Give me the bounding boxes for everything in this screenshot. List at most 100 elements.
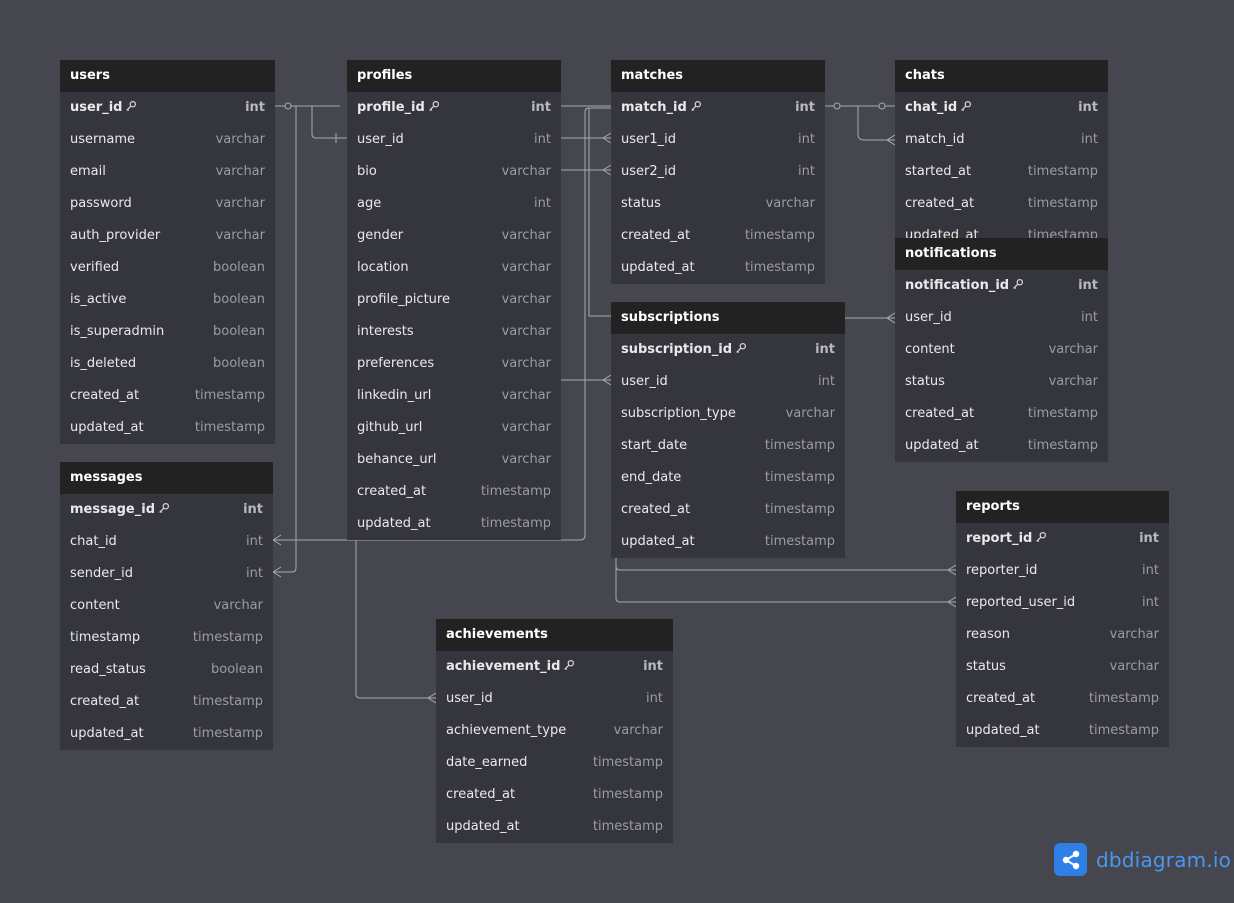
table-notifications[interactable]: notifications notification_id int user_id i…	[895, 238, 1108, 462]
field-row-message-id[interactable]: message_id int	[60, 494, 273, 526]
field-row-created-at[interactable]: created_at timestamp	[60, 380, 275, 412]
field-row-email[interactable]: email varchar	[60, 156, 275, 188]
field-row-match-id[interactable]: match_id int	[895, 124, 1108, 156]
field-row-created-at[interactable]: created_at timestamp	[436, 779, 673, 811]
table-profiles[interactable]: profiles profile_id int user_id int bio varch…	[347, 60, 561, 540]
field-row-sender-id[interactable]: sender_id int	[60, 558, 273, 590]
field-row-gender[interactable]: gender varchar	[347, 220, 561, 252]
field-row-interests[interactable]: interests varchar	[347, 316, 561, 348]
field-row-is-deleted[interactable]: is_deleted boolean	[60, 348, 275, 380]
field-row-reason[interactable]: reason varchar	[956, 619, 1169, 651]
table-header[interactable]: users	[60, 60, 275, 92]
table-reports[interactable]: reports report_id int reporter_id int report…	[956, 491, 1169, 747]
edge-matches-chats-match	[857, 106, 895, 141]
field-row-chat-id[interactable]: chat_id int	[895, 92, 1108, 124]
key-icon	[690, 100, 701, 112]
field-row-updated-at[interactable]: updated_at timestamp	[60, 718, 273, 750]
field-row-achievement-id[interactable]: achievement_id int	[436, 651, 673, 683]
table-header[interactable]: messages	[60, 462, 273, 494]
field-row-status[interactable]: status varchar	[956, 651, 1169, 683]
field-row-updated-at[interactable]: updated_at timestamp	[60, 412, 275, 444]
field-type: boolean	[213, 292, 265, 307]
field-row-created-at[interactable]: created_at timestamp	[956, 683, 1169, 715]
field-row-is-active[interactable]: is_active boolean	[60, 284, 275, 316]
field-row-subscription-type[interactable]: subscription_type varchar	[611, 398, 845, 430]
field-row-content[interactable]: content varchar	[895, 334, 1108, 366]
table-header[interactable]: reports	[956, 491, 1169, 523]
field-row-chat-id[interactable]: chat_id int	[60, 526, 273, 558]
field-row-content[interactable]: content varchar	[60, 590, 273, 622]
field-row-reported-user-id[interactable]: reported_user_id int	[956, 587, 1169, 619]
field-row-achievement-type[interactable]: achievement_type varchar	[436, 715, 673, 747]
field-row-updated-at[interactable]: updated_at timestamp	[347, 508, 561, 540]
field-row-profile-id[interactable]: profile_id int	[347, 92, 561, 124]
field-row-start-date[interactable]: start_date timestamp	[611, 430, 845, 462]
field-row-started-at[interactable]: started_at timestamp	[895, 156, 1108, 188]
table-users[interactable]: users user_id int username varchar email varc…	[60, 60, 275, 444]
table-subscriptions[interactable]: subscriptions subscription_id int user_id i…	[611, 302, 845, 558]
table-header[interactable]: subscriptions	[611, 302, 845, 334]
field-row-reporter-id[interactable]: reporter_id int	[956, 555, 1169, 587]
field-type: timestamp	[592, 787, 663, 802]
field-type: int	[1142, 563, 1159, 578]
field-row-subscription-id[interactable]: subscription_id int	[611, 334, 845, 366]
field-row-age[interactable]: age int	[347, 188, 561, 220]
field-type: timestamp	[1027, 438, 1098, 453]
table-matches[interactable]: matches match_id int user1_id int user2_id in…	[611, 60, 825, 284]
table-messages[interactable]: messages message_id int chat_id int sender_i…	[60, 462, 273, 750]
field-name-text: achievement_type	[446, 723, 567, 738]
field-row-status[interactable]: status varchar	[611, 188, 825, 220]
field-row-user-id[interactable]: user_id int	[347, 124, 561, 156]
field-row-password[interactable]: password varchar	[60, 188, 275, 220]
field-row-status[interactable]: status varchar	[895, 366, 1108, 398]
table-header[interactable]: chats	[895, 60, 1108, 92]
field-row-updated-at[interactable]: updated_at timestamp	[611, 526, 845, 558]
field-row-behance-url[interactable]: behance_url varchar	[347, 444, 561, 476]
field-row-updated-at[interactable]: updated_at timestamp	[895, 430, 1108, 462]
field-row-preferences[interactable]: preferences varchar	[347, 348, 561, 380]
field-row-created-at[interactable]: created_at timestamp	[611, 220, 825, 252]
field-row-notification-id[interactable]: notification_id int	[895, 270, 1108, 302]
field-row-match-id[interactable]: match_id int	[611, 92, 825, 124]
table-header[interactable]: achievements	[436, 619, 673, 651]
field-row-verified[interactable]: verified boolean	[60, 252, 275, 284]
field-type: timestamp	[744, 260, 815, 275]
field-type: int	[798, 132, 815, 147]
field-row-user-id[interactable]: user_id int	[895, 302, 1108, 334]
table-header[interactable]: matches	[611, 60, 825, 92]
field-row-created-at[interactable]: created_at timestamp	[347, 476, 561, 508]
field-row-user-id[interactable]: user_id int	[436, 683, 673, 715]
table-achievements[interactable]: achievements achievement_id int user_id int…	[436, 619, 673, 843]
field-name: gender	[357, 220, 403, 252]
field-row-updated-at[interactable]: updated_at timestamp	[956, 715, 1169, 747]
field-row-created-at[interactable]: created_at timestamp	[60, 686, 273, 718]
field-row-bio[interactable]: bio varchar	[347, 156, 561, 188]
table-header[interactable]: notifications	[895, 238, 1108, 270]
field-type: varchar	[765, 196, 815, 211]
field-row-updated-at[interactable]: updated_at timestamp	[436, 811, 673, 843]
field-row-location[interactable]: location varchar	[347, 252, 561, 284]
field-row-user-id[interactable]: user_id int	[611, 366, 845, 398]
field-row-linkedin-url[interactable]: linkedin_url varchar	[347, 380, 561, 412]
field-row-is-superadmin[interactable]: is_superadmin boolean	[60, 316, 275, 348]
table-chats[interactable]: chats chat_id int match_id int started_at tim…	[895, 60, 1108, 252]
field-row-date-earned[interactable]: date_earned timestamp	[436, 747, 673, 779]
field-row-username[interactable]: username varchar	[60, 124, 275, 156]
field-row-end-date[interactable]: end_date timestamp	[611, 462, 845, 494]
field-row-updated-at[interactable]: updated_at timestamp	[611, 252, 825, 284]
field-row-github-url[interactable]: github_url varchar	[347, 412, 561, 444]
field-row-user-id[interactable]: user_id int	[60, 92, 275, 124]
field-type: timestamp	[764, 438, 835, 453]
field-row-user1-id[interactable]: user1_id int	[611, 124, 825, 156]
field-row-profile-picture[interactable]: profile_picture varchar	[347, 284, 561, 316]
field-row-timestamp[interactable]: timestamp timestamp	[60, 622, 273, 654]
field-row-created-at[interactable]: created_at timestamp	[895, 188, 1108, 220]
field-row-report-id[interactable]: report_id int	[956, 523, 1169, 555]
field-row-read-status[interactable]: read_status boolean	[60, 654, 273, 686]
table-header[interactable]: profiles	[347, 60, 561, 92]
field-row-created-at[interactable]: created_at timestamp	[611, 494, 845, 526]
field-row-user2-id[interactable]: user2_id int	[611, 156, 825, 188]
field-row-auth-provider[interactable]: auth_provider varchar	[60, 220, 275, 252]
brand-logo[interactable]: dbdiagram.io	[1054, 843, 1231, 876]
field-row-created-at[interactable]: created_at timestamp	[895, 398, 1108, 430]
